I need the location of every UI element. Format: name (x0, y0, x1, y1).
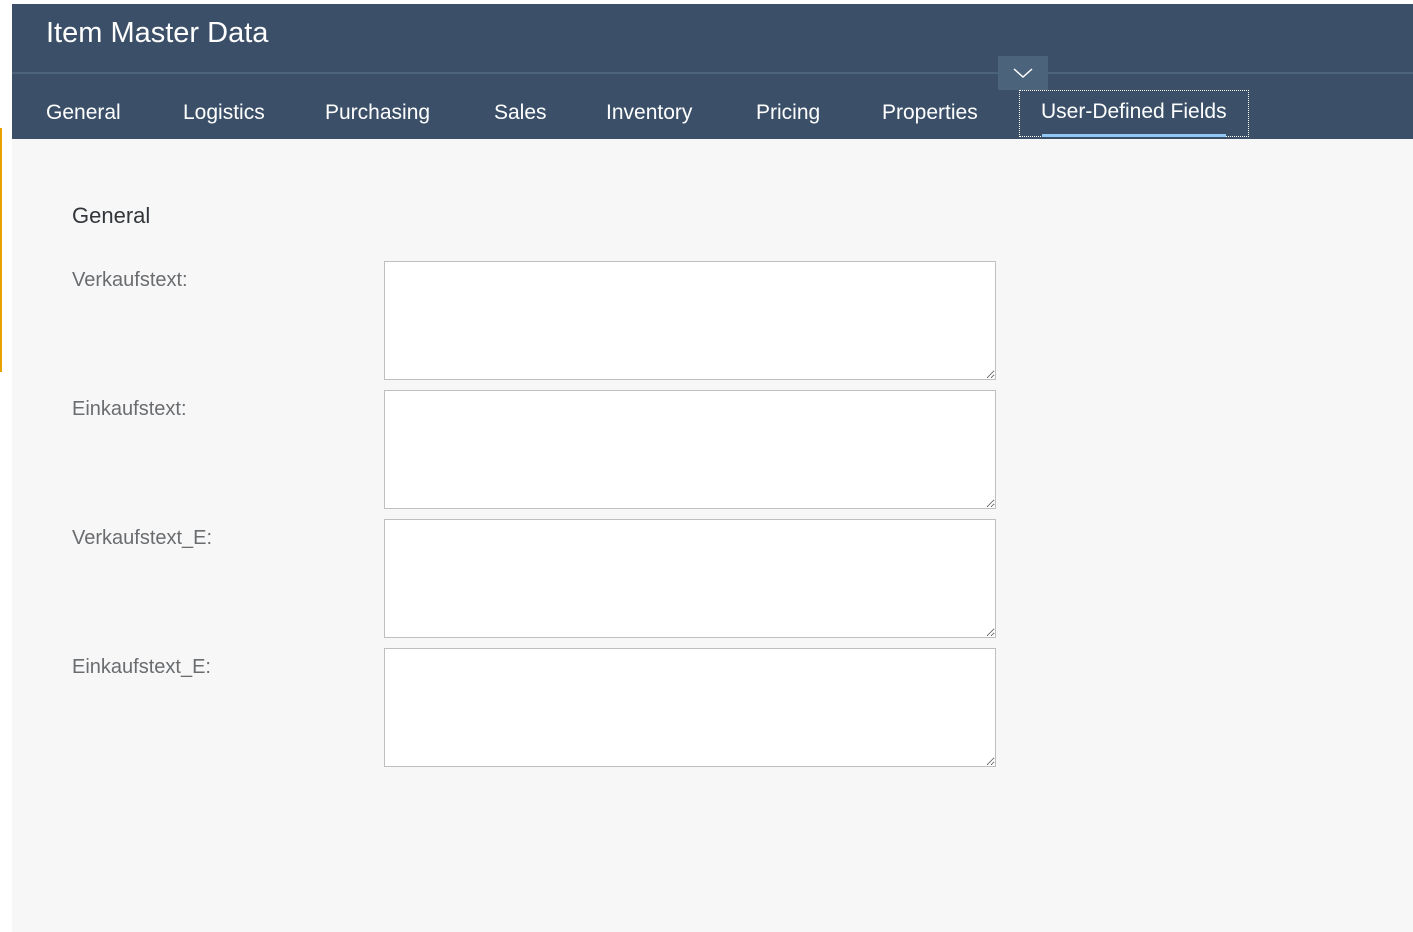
field-label-einkaufstext-e: Einkaufstext_E: (72, 656, 211, 678)
tab-user-defined-fields-label: User-Defined Fields (1041, 100, 1227, 123)
tab-general[interactable]: General (46, 90, 121, 139)
einkaufstext-textarea[interactable] (384, 390, 996, 509)
verkaufstext-textarea[interactable] (384, 261, 996, 380)
field-label-einkaufstext: Einkaufstext: (72, 398, 187, 420)
field-label-verkaufstext-e: Verkaufstext_E: (72, 527, 213, 549)
left-accent-bar (0, 128, 2, 372)
page-title: Item Master Data (46, 17, 269, 49)
chevron-down-icon (1013, 68, 1033, 79)
section-title: General (72, 203, 151, 228)
collapse-header-button[interactable] (998, 56, 1048, 90)
tab-user-defined-fields[interactable]: User-Defined Fields (1019, 90, 1249, 137)
field-label-verkaufstext: Verkaufstext: (72, 269, 188, 291)
verkaufstext-e-textarea[interactable] (384, 519, 996, 638)
tab-purchasing[interactable]: Purchasing (325, 90, 430, 139)
tab-logistics[interactable]: Logistics (183, 90, 265, 139)
tab-sales[interactable]: Sales (494, 90, 547, 139)
header-divider (12, 72, 1413, 74)
tab-content-panel: General Verkaufstext: Einkaufstext: Verk… (12, 139, 1413, 932)
tab-bar: General Logistics Purchasing Sales Inven… (12, 90, 1413, 139)
tab-pricing[interactable]: Pricing (756, 90, 820, 139)
einkaufstext-e-textarea[interactable] (384, 648, 996, 767)
tab-properties[interactable]: Properties (882, 90, 978, 139)
header-bar: Item Master Data General Logistics Purch… (12, 4, 1413, 139)
active-tab-indicator (1042, 134, 1226, 137)
tab-inventory[interactable]: Inventory (606, 90, 692, 139)
item-master-data-window: Item Master Data General Logistics Purch… (12, 4, 1413, 932)
